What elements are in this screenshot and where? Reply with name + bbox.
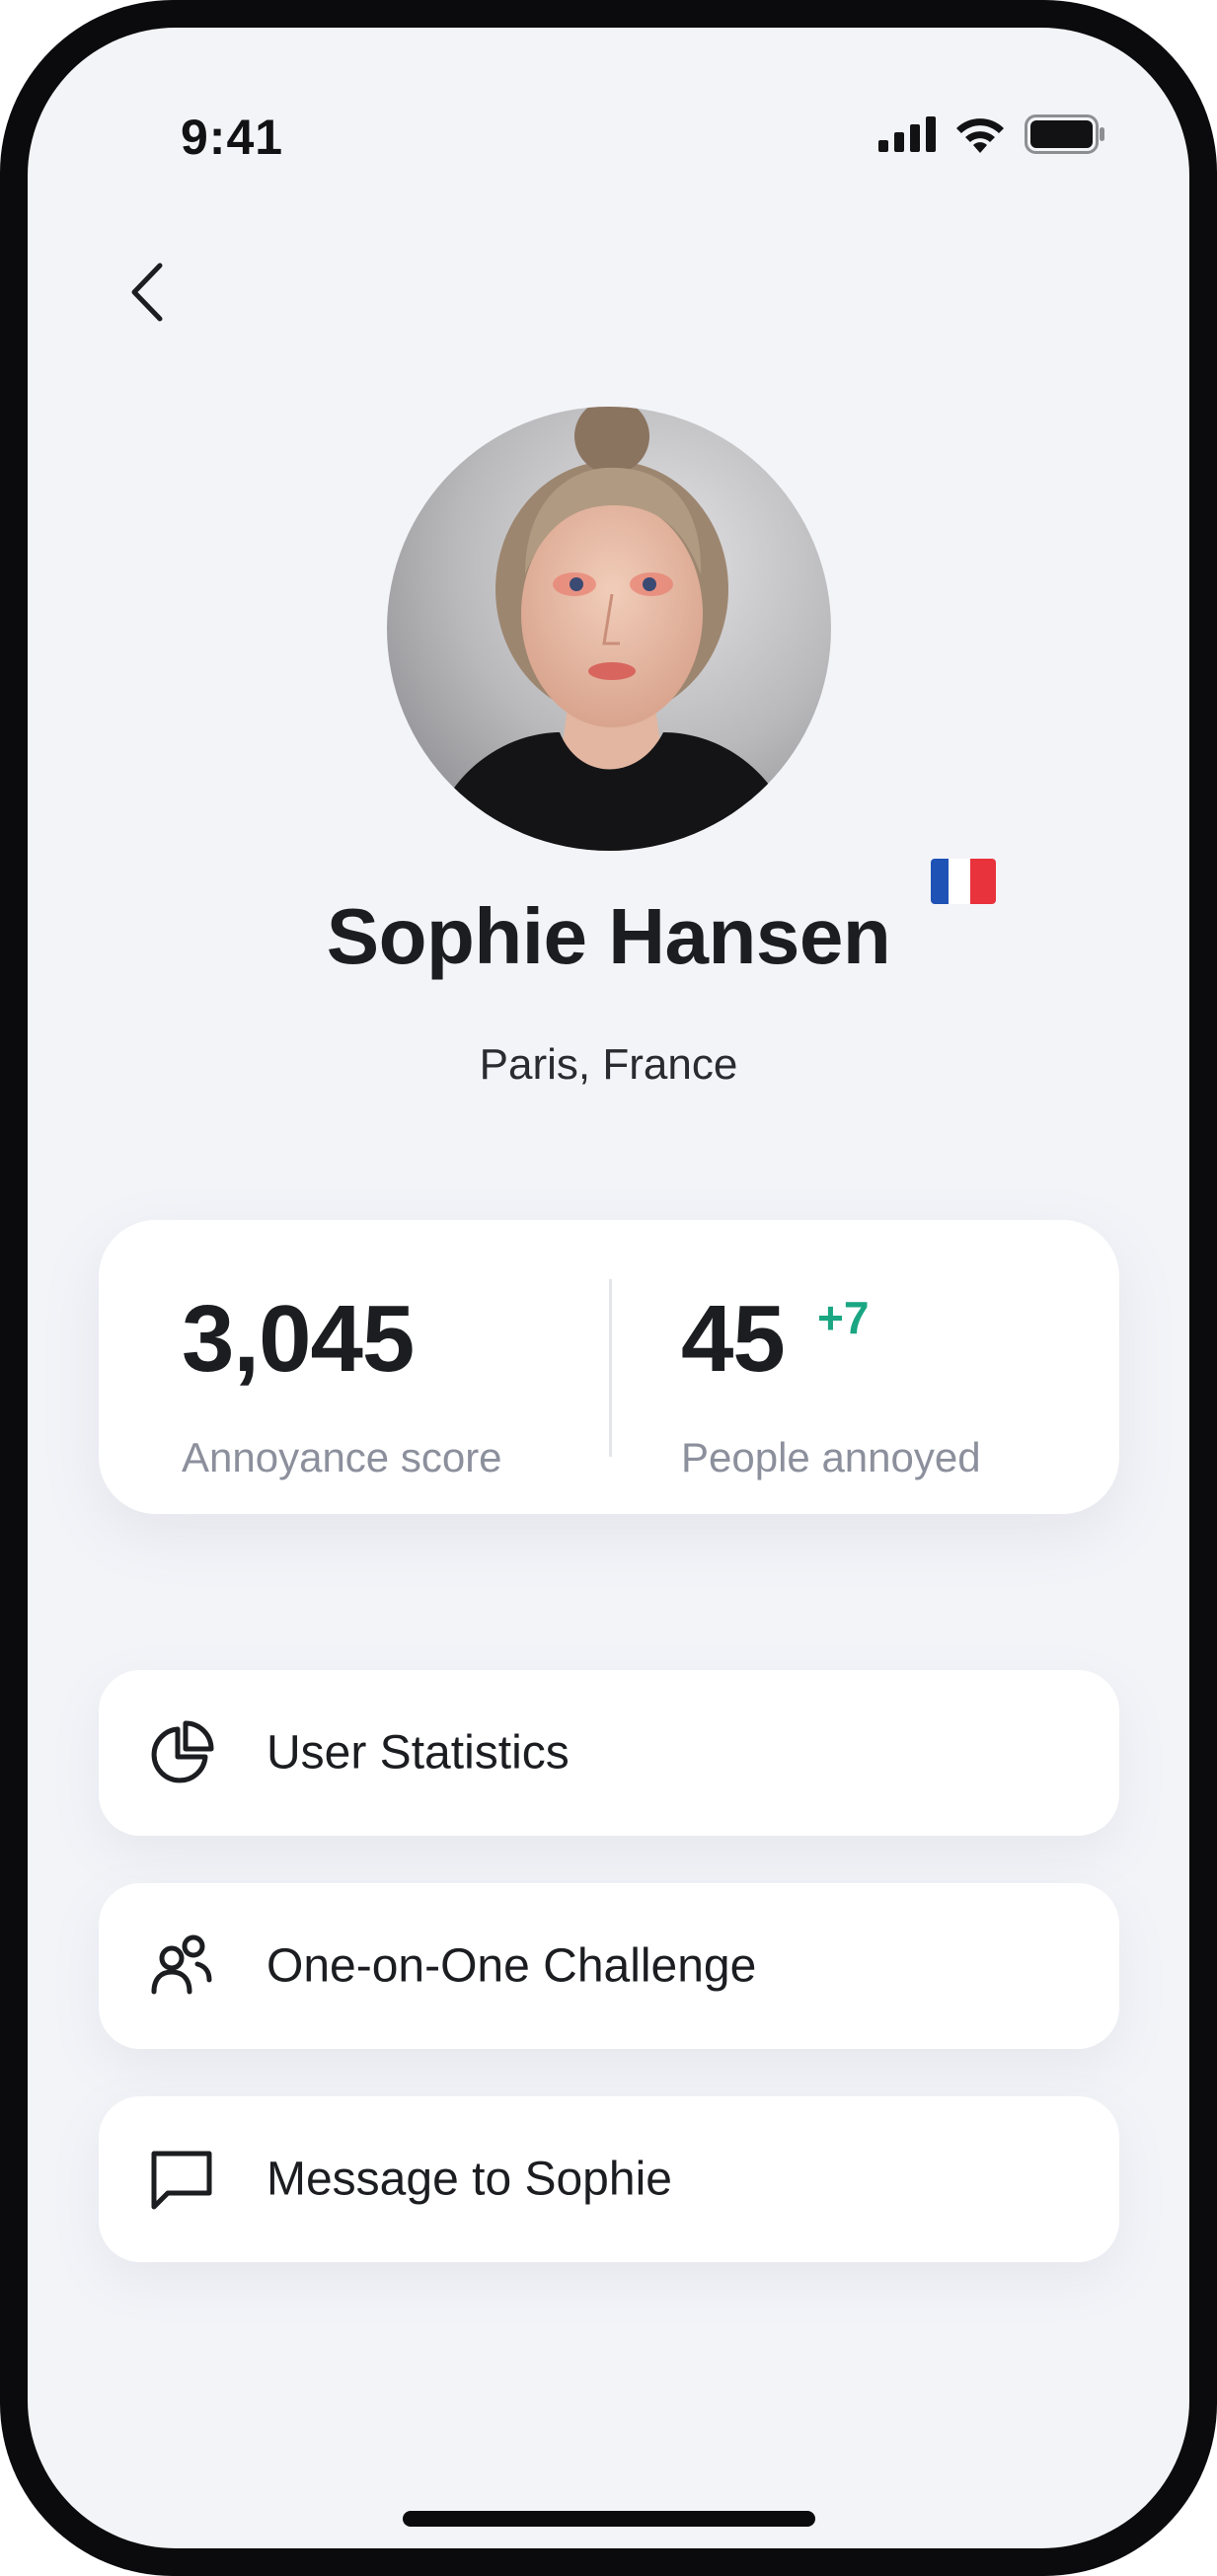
people-annoyed-delta: +7 (817, 1292, 870, 1343)
stat-annoyance-score: 3,045 Annoyance score (99, 1220, 609, 1514)
profile-photo (387, 407, 831, 851)
wifi-icon (956, 118, 1004, 153)
pie-chart-icon (146, 1717, 217, 1788)
status-icons (878, 114, 1105, 154)
profile-screen: 9:41 Sophie Hansen Paris, France 3,045 A… (28, 28, 1189, 2548)
avatar (387, 407, 831, 851)
phone-frame: 9:41 Sophie Hansen Paris, France 3,045 A… (0, 0, 1217, 2576)
back-button[interactable] (116, 253, 176, 332)
users-icon (146, 1931, 217, 2002)
people-annoyed-value: 45 (681, 1286, 786, 1392)
user-statistics-label: User Statistics (266, 1726, 570, 1780)
profile-location: Paris, France (479, 1040, 738, 1089)
chevron-left-icon (131, 263, 163, 322)
message-icon (146, 2144, 217, 2215)
cellular-signal-icon (878, 116, 936, 152)
people-annoyed-label: People annoyed (681, 1434, 981, 1480)
annoyance-score-value: 3,045 (182, 1286, 415, 1392)
status-time: 9:41 (181, 110, 284, 165)
home-indicator[interactable] (403, 2511, 815, 2527)
profile-name: Sophie Hansen (326, 892, 891, 980)
message-label: Message to Sophie (266, 2153, 672, 2206)
user-statistics-button[interactable]: User Statistics (99, 1670, 1119, 1836)
annoyance-score-label: Annoyance score (182, 1434, 502, 1480)
battery-icon (1025, 114, 1104, 154)
one-on-one-challenge-label: One-on-One Challenge (266, 1939, 757, 1993)
stats-card: 3,045 Annoyance score 45 +7 People annoy… (99, 1220, 1119, 1514)
message-button[interactable]: Message to Sophie (99, 2096, 1119, 2262)
one-on-one-challenge-button[interactable]: One-on-One Challenge (99, 1883, 1119, 2049)
stat-people-annoyed: 45 +7 People annoyed (612, 1220, 1119, 1514)
